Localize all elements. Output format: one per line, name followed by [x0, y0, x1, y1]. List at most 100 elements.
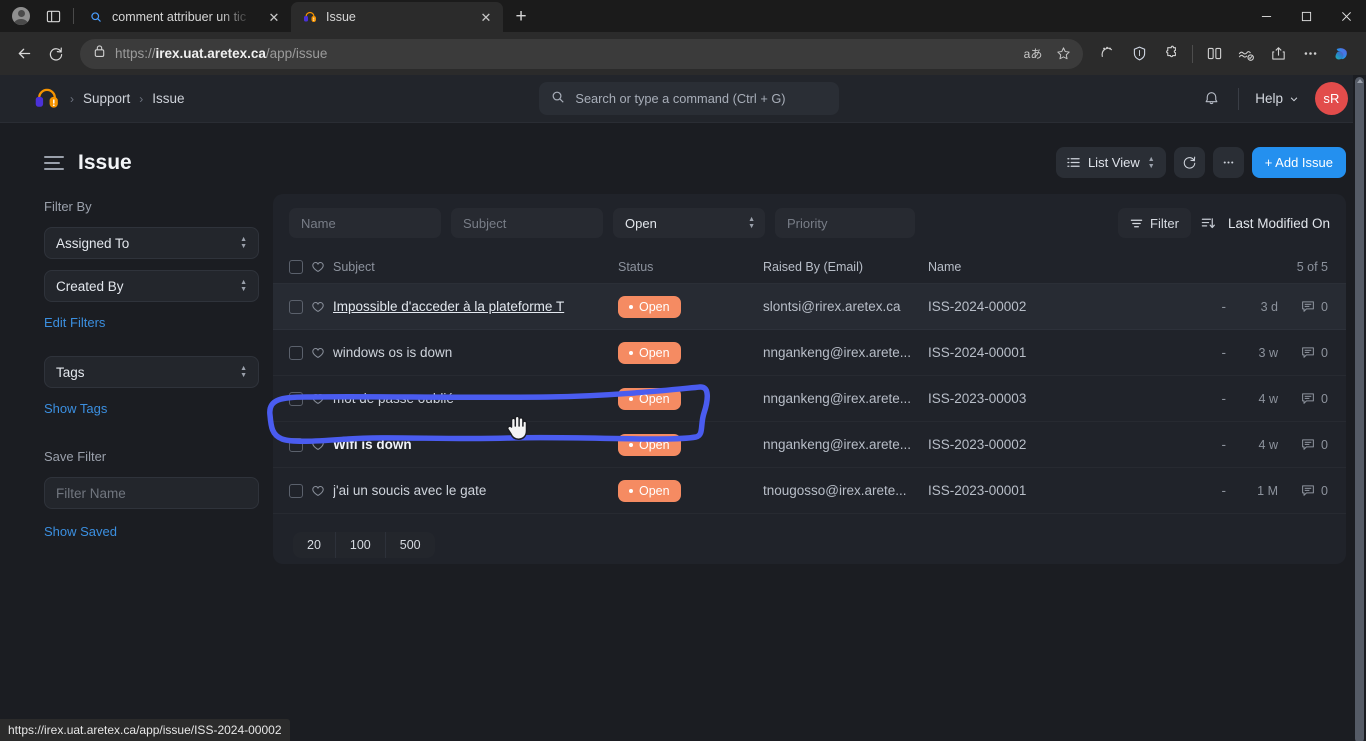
- global-search-input[interactable]: Search or type a command (Ctrl + G): [539, 82, 840, 115]
- like-icon[interactable]: [303, 438, 333, 451]
- row-subject[interactable]: j'ai un soucis avec le gate: [333, 483, 618, 498]
- translate-icon[interactable]: aあ: [1019, 41, 1047, 67]
- like-icon[interactable]: [303, 484, 333, 497]
- page-size-100[interactable]: 100: [336, 532, 386, 558]
- share-icon[interactable]: [1262, 38, 1294, 70]
- page-scrollbar[interactable]: [1353, 75, 1366, 741]
- row-status[interactable]: Open: [618, 433, 763, 456]
- like-icon[interactable]: [303, 300, 333, 313]
- row-status[interactable]: Open: [618, 387, 763, 410]
- close-button[interactable]: [1326, 0, 1366, 32]
- page-size-500[interactable]: 500: [386, 532, 435, 558]
- filter-tags[interactable]: Tags ▲ ▼: [44, 356, 259, 388]
- notification-bell-icon[interactable]: [1194, 82, 1228, 116]
- table-row[interactable]: mot de passe oublié Open nngankeng@irex.ar…: [273, 376, 1346, 422]
- table-row[interactable]: windows os is down Open nngankeng@irex.are…: [273, 330, 1346, 376]
- priority-filter-input[interactable]: Priority: [775, 208, 915, 238]
- row-comments[interactable]: 0: [1278, 484, 1328, 498]
- name-filter-input[interactable]: Name: [289, 208, 441, 238]
- row-subject[interactable]: Impossible d'acceder à la plateforme T: [333, 299, 618, 314]
- browser-tab-1[interactable]: comment attribuer un tic ✕: [77, 2, 291, 32]
- address-bar[interactable]: https://irex.uat.aretex.ca/app/issue aあ: [80, 38, 1083, 69]
- column-header-status[interactable]: Status: [618, 260, 763, 274]
- maximize-button[interactable]: [1286, 0, 1326, 32]
- row-comments[interactable]: 0: [1278, 392, 1328, 406]
- new-tab-button[interactable]: +: [506, 1, 536, 31]
- breadcrumb-item-support[interactable]: Support: [83, 91, 130, 106]
- minimize-button[interactable]: [1246, 0, 1286, 32]
- status-badge[interactable]: Open: [618, 341, 681, 364]
- support-logo-icon[interactable]: [34, 88, 60, 110]
- filter-assigned-to[interactable]: Assigned To ▲ ▼: [44, 227, 259, 259]
- reload-icon[interactable]: [40, 38, 72, 70]
- like-icon[interactable]: [303, 392, 333, 405]
- edit-filters-link[interactable]: Edit Filters: [44, 315, 105, 330]
- row-checkbox[interactable]: [289, 437, 303, 452]
- refresh-button[interactable]: [1173, 147, 1205, 178]
- sort-icon[interactable]: [1201, 216, 1216, 231]
- status-badge[interactable]: Open: [618, 387, 681, 410]
- scrollbar-thumb[interactable]: [1355, 77, 1364, 741]
- column-header-name[interactable]: Name: [928, 260, 1297, 274]
- profile-button[interactable]: [6, 1, 36, 31]
- status-filter-select[interactable]: Open ▲ ▼: [613, 208, 765, 238]
- filter-button[interactable]: Filter: [1118, 208, 1191, 238]
- row-checkbox[interactable]: [289, 483, 303, 498]
- avatar[interactable]: sR: [1315, 82, 1348, 115]
- subject-filter-input[interactable]: Subject: [451, 208, 603, 238]
- page-size-20[interactable]: 20: [293, 532, 336, 558]
- column-header-subject[interactable]: Subject: [333, 260, 618, 274]
- table-row[interactable]: j'ai un soucis avec le gate Open tnougosso…: [273, 468, 1346, 514]
- table-row[interactable]: Impossible d'acceder à la plateforme T Op…: [273, 284, 1346, 330]
- collections-icon[interactable]: [1230, 38, 1262, 70]
- column-header-raised-by[interactable]: Raised By (Email): [763, 260, 928, 274]
- more-options-icon[interactable]: [1294, 38, 1326, 70]
- favorite-star-icon[interactable]: [1049, 41, 1077, 67]
- row-subject[interactable]: Wifi is down: [333, 437, 618, 452]
- sidebar-toggle-icon[interactable]: [44, 155, 64, 170]
- row-subject-text[interactable]: windows os is down: [333, 345, 452, 360]
- row-checkbox[interactable]: [289, 299, 303, 314]
- add-issue-button[interactable]: + Add Issue: [1251, 147, 1346, 178]
- row-subject-link[interactable]: Impossible d'acceder à la plateforme T: [333, 299, 564, 314]
- help-menu-button[interactable]: Help: [1249, 91, 1305, 106]
- row-comments[interactable]: 0: [1278, 300, 1328, 314]
- select-all-checkbox[interactable]: [289, 259, 303, 274]
- close-icon[interactable]: ✕: [265, 8, 283, 26]
- browser-tab-2[interactable]: Issue ✕: [291, 2, 503, 32]
- row-subject[interactable]: mot de passe oublié: [333, 391, 618, 406]
- split-screen-icon[interactable]: [1198, 38, 1230, 70]
- show-saved-link[interactable]: Show Saved: [44, 524, 117, 539]
- sort-label[interactable]: Last Modified On: [1228, 216, 1330, 231]
- breadcrumb-item-issue[interactable]: Issue: [152, 91, 184, 106]
- row-subject-text[interactable]: Wifi is down: [333, 437, 412, 452]
- shield-icon[interactable]: [1123, 38, 1155, 70]
- extensions-puzzle-icon[interactable]: [1155, 38, 1187, 70]
- list-view-switcher[interactable]: List View ▲ ▼: [1055, 147, 1166, 178]
- scroll-up-arrow-icon[interactable]: [1356, 79, 1363, 83]
- tab-actions-icon[interactable]: [36, 1, 70, 31]
- status-badge[interactable]: Open: [618, 479, 681, 502]
- row-subject-text[interactable]: mot de passe oublié: [333, 391, 454, 406]
- row-subject-text[interactable]: j'ai un soucis avec le gate: [333, 483, 486, 498]
- filter-name-input[interactable]: Filter Name: [44, 477, 259, 509]
- more-menu-button[interactable]: [1212, 147, 1244, 178]
- row-status[interactable]: Open: [618, 341, 763, 364]
- sort-control[interactable]: Last Modified On: [1201, 216, 1330, 231]
- back-icon[interactable]: [8, 38, 40, 70]
- extension-games-icon[interactable]: [1091, 38, 1123, 70]
- row-subject[interactable]: windows os is down: [333, 345, 618, 360]
- row-checkbox[interactable]: [289, 391, 303, 406]
- row-checkbox[interactable]: [289, 345, 303, 360]
- close-icon[interactable]: ✕: [477, 8, 495, 26]
- row-comments[interactable]: 0: [1278, 438, 1328, 452]
- like-icon[interactable]: [303, 346, 333, 359]
- status-badge[interactable]: Open: [618, 433, 681, 456]
- filter-created-by[interactable]: Created By ▲ ▼: [44, 270, 259, 302]
- table-row[interactable]: Wifi is down Open nngankeng@irex.arete... I…: [273, 422, 1346, 468]
- row-comments[interactable]: 0: [1278, 346, 1328, 360]
- row-status[interactable]: Open: [618, 295, 763, 318]
- row-status[interactable]: Open: [618, 479, 763, 502]
- status-badge[interactable]: Open: [618, 295, 681, 318]
- copilot-icon[interactable]: [1326, 38, 1358, 70]
